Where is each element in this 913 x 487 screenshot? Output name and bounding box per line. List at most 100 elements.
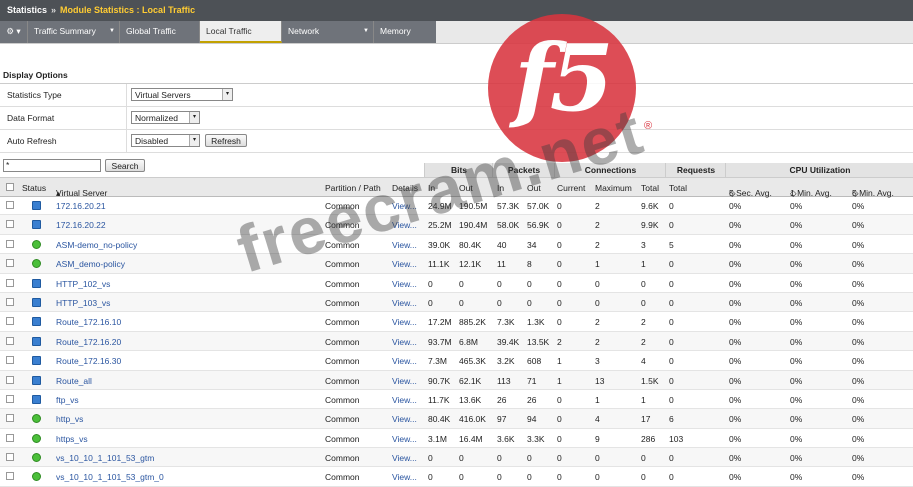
tab-memory[interactable]: Memory (374, 21, 436, 43)
status-available-icon (32, 414, 41, 424)
virtual-server-name[interactable]: 172.16.20.21 (56, 201, 106, 211)
virtual-server-name[interactable]: ftp_vs (56, 395, 79, 405)
virtual-server-name[interactable]: HTTP_102_vs (56, 279, 110, 289)
details-link[interactable]: View... (392, 434, 417, 444)
tab-traffic-summary[interactable]: Traffic Summary ▼ (28, 21, 120, 43)
tab-global-traffic[interactable]: Global Traffic (120, 21, 200, 43)
col-req-total[interactable]: Total (669, 183, 687, 193)
packets-out: 56.9K (527, 220, 550, 231)
bits-out: 0 (459, 278, 464, 289)
packets-in: 97 (497, 414, 507, 425)
row-checkbox[interactable] (6, 259, 14, 268)
details-link[interactable]: View... (392, 395, 417, 405)
cpu-1min: 0% (790, 278, 803, 289)
virtual-server-name[interactable]: ASM-demo_no-policy (56, 240, 137, 250)
conn-total: 1.5K (641, 375, 659, 386)
settings-gear-icon[interactable]: ⚙ ▾ (0, 21, 28, 43)
bits-out: 465.3K (459, 356, 486, 367)
search-button[interactable]: Search (105, 159, 145, 172)
select-all-checkbox[interactable] (6, 183, 14, 191)
bits-in: 0 (428, 297, 433, 308)
details-link[interactable]: View... (392, 356, 417, 366)
row-checkbox[interactable] (6, 375, 14, 384)
cpu-5min: 0% (852, 433, 865, 444)
divider (126, 84, 127, 106)
tab-network[interactable]: Network ▼ (282, 21, 374, 43)
virtual-server-name[interactable]: https_vs (56, 434, 88, 444)
col-conn-total[interactable]: Total (641, 183, 659, 193)
virtual-server-name[interactable]: Route_all (56, 376, 92, 386)
col-status[interactable]: Status (22, 183, 46, 193)
details-link[interactable]: View... (392, 337, 417, 347)
col-conn-maximum[interactable]: Maximum (595, 183, 632, 193)
conn-current: 0 (557, 297, 562, 308)
row-checkbox[interactable] (6, 336, 14, 345)
details-link[interactable]: View... (392, 414, 417, 424)
packets-in: 39.4K (497, 336, 520, 347)
row-checkbox[interactable] (6, 433, 14, 442)
row-checkbox[interactable] (6, 297, 14, 306)
row-checkbox[interactable] (6, 220, 14, 229)
conn-total: 286 (641, 433, 656, 444)
conn-total: 17 (641, 414, 651, 425)
row-checkbox[interactable] (6, 453, 14, 462)
registered-mark: ® (644, 120, 653, 132)
row-checkbox[interactable] (6, 356, 14, 365)
statistics-type-select[interactable]: Virtual Servers ▾ (131, 88, 233, 101)
tab-local-traffic[interactable]: Local Traffic (200, 21, 282, 43)
conn-current: 0 (557, 220, 562, 231)
virtual-server-name[interactable]: 172.16.20.22 (56, 220, 106, 230)
row-checkbox[interactable] (6, 317, 14, 326)
row-checkbox[interactable] (6, 239, 14, 248)
virtual-server-name[interactable]: Route_172.16.30 (56, 356, 121, 366)
details-link[interactable]: View... (392, 279, 417, 289)
breadcrumb-root[interactable]: Statistics (7, 5, 47, 15)
row-checkbox[interactable] (6, 278, 14, 287)
cpu-1min: 0% (790, 220, 803, 231)
refresh-button[interactable]: Refresh (205, 134, 247, 147)
cpu-5min: 0% (852, 356, 865, 367)
virtual-server-name[interactable]: vs_10_10_1_101_53_gtm (56, 453, 154, 463)
virtual-server-name[interactable]: HTTP_103_vs (56, 298, 110, 308)
table-row: ASM-demo_no-policy Common View... 39.0K 80.4… (0, 235, 913, 255)
bits-in: 80.4K (428, 414, 451, 425)
cpu-5sec: 0% (729, 375, 742, 386)
row-checkbox[interactable] (6, 201, 14, 209)
data-format-select[interactable]: Normalized ▾ (131, 111, 200, 124)
packets-in: 7.3K (497, 317, 515, 328)
details-link[interactable]: View... (392, 317, 417, 327)
search-input[interactable]: * (3, 159, 101, 172)
details-link[interactable]: View... (392, 453, 417, 463)
virtual-server-name[interactable]: Route_172.16.20 (56, 337, 121, 347)
tab-label: Network (288, 26, 320, 36)
conn-total: 9.9K (641, 220, 659, 231)
cpu-5min: 0% (852, 317, 865, 328)
status-unknown-icon (32, 317, 41, 327)
row-checkbox[interactable] (6, 394, 14, 403)
details-link[interactable]: View... (392, 298, 417, 308)
requests-total: 0 (669, 317, 674, 328)
cpu-5min: 0% (852, 297, 865, 308)
details-link[interactable]: View... (392, 259, 417, 269)
auto-refresh-select[interactable]: Disabled ▾ (131, 134, 200, 147)
packets-in: 113 (497, 375, 511, 386)
conn-total: 1 (641, 259, 646, 270)
conn-current: 0 (557, 453, 562, 464)
bits-out: 80.4K (459, 239, 482, 250)
conn-current: 0 (557, 278, 562, 289)
statistics-type-value: Virtual Servers (135, 90, 191, 100)
requests-total: 6 (669, 414, 674, 425)
requests-total: 0 (669, 453, 674, 464)
tab-label: Traffic Summary (34, 26, 96, 36)
virtual-server-name[interactable]: Route_172.16.10 (56, 317, 121, 327)
display-options-panel: Statistics Type Virtual Servers ▾ Data Fo… (0, 83, 913, 153)
partition: Common (325, 414, 360, 425)
virtual-server-name[interactable]: ASM_demo-policy (56, 259, 125, 269)
conn-maximum: 4 (595, 414, 600, 425)
requests-total: 0 (669, 278, 674, 289)
virtual-server-name[interactable]: http_vs (56, 414, 83, 424)
details-link[interactable]: View... (392, 376, 417, 386)
partition: Common (325, 453, 360, 464)
cpu-5sec: 0% (729, 220, 742, 231)
row-checkbox[interactable] (6, 414, 14, 423)
